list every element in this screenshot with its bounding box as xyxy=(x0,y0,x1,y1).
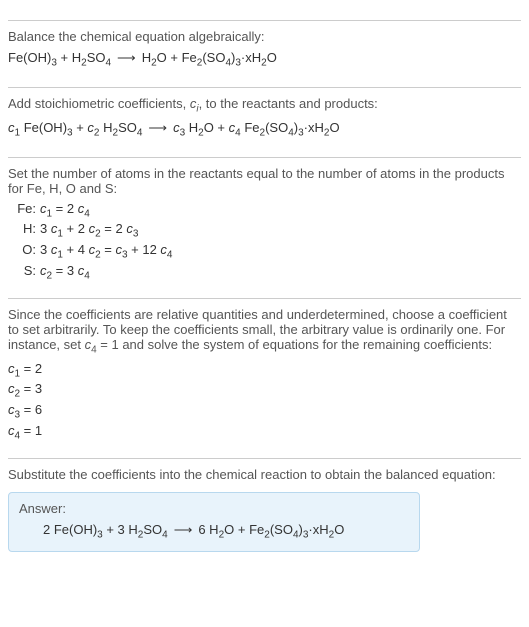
sub: 4 xyxy=(235,128,241,139)
reactant-1: Fe(OH) xyxy=(8,50,51,65)
row-fe: Fe: c1 = 2 c4 xyxy=(8,200,521,221)
pre: 3 xyxy=(40,242,51,257)
t2b: SO xyxy=(118,120,137,135)
elem-eq: c2 = 3 c4 xyxy=(40,263,90,282)
plus1: + 3 H xyxy=(103,522,138,537)
b2: SO xyxy=(143,522,162,537)
sub: 4 xyxy=(84,208,90,219)
elem-label: H: xyxy=(8,221,40,240)
sub: 4 xyxy=(162,530,168,541)
coef-line: c2 = 3 xyxy=(8,380,521,401)
coeff-equation: c1 Fe(OH)3 + c2 H2SO4⟶c3 H2O + c4 Fe2(SO… xyxy=(8,118,521,141)
atoms-intro: Set the number of atoms in the reactants… xyxy=(8,166,521,196)
elem-eq: 3 c1 + 2 c2 = 2 c3 xyxy=(40,221,138,240)
eq: = 2 xyxy=(20,361,42,376)
reactant-2a: H xyxy=(72,50,81,65)
answer-box: Answer: 2 Fe(OH)3 + 3 H2SO4⟶6 H2O + Fe2(… xyxy=(8,492,420,552)
c3: (SO xyxy=(270,522,293,537)
section-balance: Balance the chemical equation algebraica… xyxy=(8,20,521,75)
c1: 6 H xyxy=(198,522,218,537)
eq: = 3 xyxy=(20,381,42,396)
coef-line: c4 = 1 xyxy=(8,422,521,443)
c6: O xyxy=(334,522,344,537)
text-b: , to the reactants and products: xyxy=(199,96,378,111)
text-b: = 1 and solve the system of equations fo… xyxy=(97,337,492,352)
t4b: (SO xyxy=(265,120,288,135)
a: 2 Fe(OH) xyxy=(43,522,97,537)
t3a: H xyxy=(189,120,198,135)
arrow-icon: ⟶ xyxy=(142,120,173,135)
elem-label: O: xyxy=(8,242,40,261)
section-atom-equations: Set the number of atoms in the reactants… xyxy=(8,157,521,286)
product-1b: O + Fe xyxy=(157,50,197,65)
plus: + xyxy=(57,50,72,65)
answer-intro: Substitute the coefficients into the che… xyxy=(8,467,521,482)
coef-line: c1 = 2 xyxy=(8,360,521,381)
sub: 3 xyxy=(133,229,139,240)
coeff-intro: Add stoichiometric coefficients, ci, to … xyxy=(8,96,521,115)
eq: = 3 xyxy=(52,263,78,278)
eq: = 1 xyxy=(20,423,42,438)
row-s: S: c2 = 3 c4 xyxy=(8,262,521,283)
reactant-2b: SO xyxy=(87,50,106,65)
product-1c: (SO xyxy=(202,50,225,65)
t4d: ·xH xyxy=(304,120,324,135)
product-1a: H xyxy=(142,50,151,65)
t3b: O + xyxy=(204,120,229,135)
text-a: Add stoichiometric coefficients, xyxy=(8,96,190,111)
section-add-coefficients: Add stoichiometric coefficients, ci, to … xyxy=(8,87,521,145)
sub: 4 xyxy=(84,270,90,281)
row-o: O: 3 c1 + 4 c2 = c3 + 12 c4 xyxy=(8,241,521,262)
unbalanced-equation: Fe(OH)3 + H2SO4⟶H2O + Fe2(SO4)3·xH2O xyxy=(8,48,521,71)
solve-intro: Since the coefficients are relative quan… xyxy=(8,307,521,356)
t4e: O xyxy=(329,120,339,135)
elem-eq: 3 c1 + 4 c2 = c3 + 12 c4 xyxy=(40,242,172,261)
balance-intro: Balance the chemical equation algebraica… xyxy=(8,29,521,44)
sub: 4 xyxy=(167,250,173,261)
section-answer: Substitute the coefficients into the che… xyxy=(8,458,521,556)
balanced-equation: 2 Fe(OH)3 + 3 H2SO4⟶6 H2O + Fe2(SO4)3·xH… xyxy=(19,520,409,543)
mid: + 2 xyxy=(63,221,89,236)
product-1f: O xyxy=(267,50,277,65)
product-1e: ·xH xyxy=(241,50,261,65)
c5: ·xH xyxy=(308,522,328,537)
eq: = xyxy=(101,242,116,257)
eq: = 6 xyxy=(20,402,42,417)
arrow-icon: ⟶ xyxy=(111,50,142,65)
t2a: H xyxy=(103,120,112,135)
elem-label: Fe: xyxy=(8,201,40,220)
eq: = 2 xyxy=(52,201,78,216)
coef-line: c3 = 6 xyxy=(8,401,521,422)
mid: + 4 xyxy=(63,242,89,257)
section-solve: Since the coefficients are relative quan… xyxy=(8,298,521,446)
c2: O + Fe xyxy=(224,522,264,537)
eq: = 2 xyxy=(101,221,127,236)
elem-label: S: xyxy=(8,263,40,282)
coefficient-values: c1 = 2 c2 = 3 c3 = 6 c4 = 1 xyxy=(8,360,521,442)
t4a: Fe xyxy=(244,120,259,135)
row-h: H: 3 c1 + 2 c2 = 2 c3 xyxy=(8,220,521,241)
mid2: + 12 xyxy=(128,242,161,257)
elem-eq: c1 = 2 c4 xyxy=(40,201,90,220)
t1: Fe(OH) xyxy=(24,120,67,135)
pre: 3 xyxy=(40,221,51,236)
plus: + xyxy=(73,120,88,135)
arrow-icon: ⟶ xyxy=(168,522,199,537)
element-table: Fe: c1 = 2 c4 H: 3 c1 + 2 c2 = 2 c3 O: 3… xyxy=(8,200,521,282)
answer-label: Answer: xyxy=(19,501,409,516)
